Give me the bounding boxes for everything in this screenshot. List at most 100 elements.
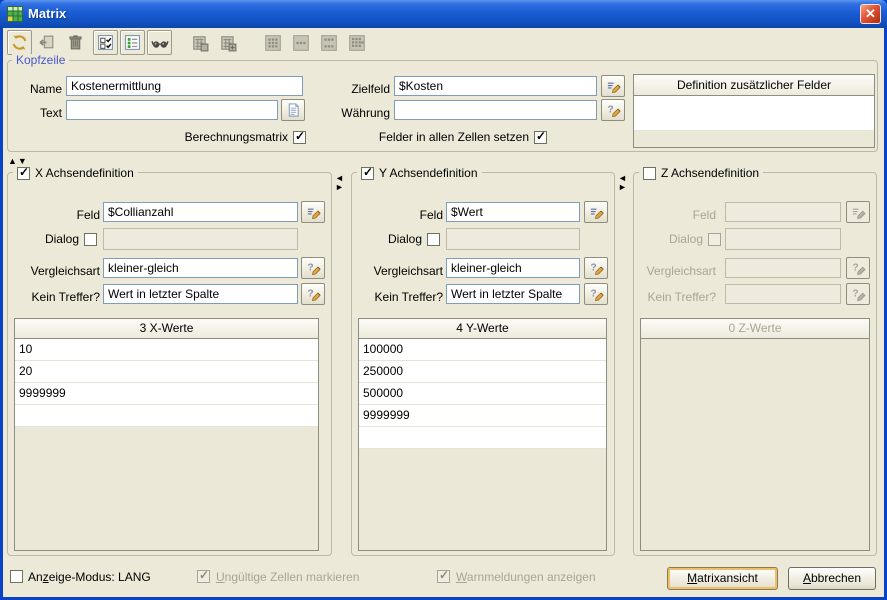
- z-feld-input: [725, 202, 841, 222]
- y-axis-legend: Y Achsendefinition: [357, 166, 482, 180]
- z-vergleichsart-input: [725, 258, 841, 278]
- y-axis-checkbox[interactable]: [361, 167, 374, 180]
- y-value-row[interactable]: 9999999: [359, 405, 606, 427]
- kopfzeile-legend: Kopfzeile: [12, 54, 69, 67]
- checklist-button[interactable]: [93, 30, 118, 55]
- z-dialog-label: Dialog: [669, 232, 703, 246]
- zusatzfelder-header: Definition zusätzlicher Felder: [634, 75, 874, 96]
- x-vergleichsart-input[interactable]: kleiner-gleich: [103, 258, 298, 278]
- zielfeld-formula-button[interactable]: [601, 75, 625, 97]
- expand-right-icon[interactable]: ►: [335, 183, 344, 192]
- x-y-splitter-arrows[interactable]: ◄ ►: [335, 174, 344, 192]
- y-vergleichsart-label: Vergleichsart: [351, 261, 443, 281]
- x-values-table[interactable]: 3 X-Werte 10 20 9999999: [14, 318, 319, 551]
- y-axis-title: Y Achsendefinition: [379, 166, 478, 180]
- name-input[interactable]: Kostenermittlung: [66, 76, 303, 96]
- x-value-row[interactable]: 10: [15, 339, 318, 361]
- x-value-empty-row[interactable]: [15, 405, 318, 427]
- y-kein-treffer-input[interactable]: Wert in letzter Spalte: [446, 284, 580, 304]
- x-axis-checkbox[interactable]: [17, 167, 30, 180]
- anzeige-modus-label: Anzeige-Modus: LANG: [28, 570, 151, 584]
- grid-dots-4-button[interactable]: [344, 30, 369, 55]
- z-feld-label: Feld: [636, 205, 716, 225]
- y-value-row[interactable]: 500000: [359, 383, 606, 405]
- x-value-row[interactable]: 9999999: [15, 383, 318, 405]
- close-button[interactable]: ✕: [860, 4, 881, 24]
- title-bar[interactable]: Matrix ✕: [0, 0, 887, 28]
- refresh-button[interactable]: [7, 30, 32, 55]
- import-button[interactable]: [35, 30, 60, 55]
- waehrung-input[interactable]: [394, 100, 597, 120]
- list-view-icon: [124, 34, 141, 51]
- text-input[interactable]: [66, 100, 278, 120]
- z-axis-checkbox[interactable]: [643, 167, 656, 180]
- question-wand-icon: ?: [306, 287, 321, 302]
- grid-dots-row-icon: [292, 34, 310, 52]
- y-kein-treffer-select-button[interactable]: ?: [584, 283, 608, 305]
- x-dialog-checkbox[interactable]: [84, 233, 97, 246]
- warnmeldungen-checkbox: [437, 570, 450, 583]
- z-dialog-checkbox: [708, 233, 721, 246]
- z-axis-legend: Z Achsendefinition: [639, 166, 763, 180]
- y-dialog-row: Dialog: [363, 229, 440, 249]
- berechnungsmatrix-label: Berechnungsmatrix: [185, 130, 288, 144]
- question-wand-icon: ?: [589, 287, 604, 302]
- grid-dots-1-button[interactable]: [260, 30, 285, 55]
- grid-dots-3-button[interactable]: [316, 30, 341, 55]
- zusatzfelder-empty-row[interactable]: [634, 96, 874, 131]
- x-dialog-input: [103, 228, 298, 250]
- delete-button[interactable]: [63, 30, 88, 55]
- x-kein-treffer-input[interactable]: Wert in letzter Spalte: [103, 284, 298, 304]
- x-kein-treffer-label: Kein Treffer?: [8, 287, 100, 307]
- y-dialog-checkbox[interactable]: [427, 233, 440, 246]
- preview-button[interactable]: [147, 30, 172, 55]
- x-feld-input[interactable]: $Collianzahl: [103, 202, 298, 222]
- z-kein-treffer-input: [725, 284, 841, 304]
- matrixansicht-button[interactable]: Matrixansicht: [667, 567, 778, 590]
- berechnungsmatrix-checkbox[interactable]: [293, 131, 306, 144]
- waehrung-select-button[interactable]: ?: [601, 99, 625, 121]
- y-vergleichsart-input[interactable]: kleiner-gleich: [446, 258, 580, 278]
- formula-wand-disabled-icon: [851, 205, 866, 220]
- abbrechen-button[interactable]: Abbrechen: [788, 567, 876, 590]
- list-view-button[interactable]: [120, 30, 145, 55]
- copy-matrix-1-button[interactable]: [187, 30, 212, 55]
- y-values-table[interactable]: 4 Y-Werte 100000 250000 500000 9999999: [358, 318, 607, 551]
- x-dialog-row: Dialog: [20, 229, 97, 249]
- question-wand-icon: ?: [606, 103, 621, 118]
- z-dialog-input: [725, 228, 841, 250]
- anzeige-modus-checkbox[interactable]: [10, 570, 23, 583]
- copy-matrix-icon: [191, 34, 209, 52]
- question-wand-icon: ?: [589, 261, 604, 276]
- y-value-empty-row[interactable]: [359, 427, 606, 449]
- y-value-row[interactable]: 100000: [359, 339, 606, 361]
- copy-matrix-2-button[interactable]: [215, 30, 240, 55]
- felder-setzen-checkbox[interactable]: [534, 131, 547, 144]
- x-vergleichsart-select-button[interactable]: ?: [301, 257, 325, 279]
- y-feld-formula-button[interactable]: [584, 201, 608, 223]
- matrix-dialog: Matrix ✕: [0, 0, 887, 600]
- x-feld-label: Feld: [20, 205, 100, 225]
- text-label: Text: [18, 103, 62, 123]
- x-feld-formula-button[interactable]: [301, 201, 325, 223]
- z-vergleichsart-select-button: ?: [846, 257, 870, 279]
- felder-setzen-label: Felder in allen Zellen setzen: [379, 130, 529, 144]
- grid-dots-2-button[interactable]: [288, 30, 313, 55]
- x-value-row[interactable]: 20: [15, 361, 318, 383]
- y-z-splitter-arrows[interactable]: ◄ ►: [618, 174, 627, 192]
- berechnungsmatrix-row: Berechnungsmatrix: [150, 127, 306, 147]
- text-editor-button[interactable]: [281, 99, 305, 121]
- x-kein-treffer-select-button[interactable]: ?: [301, 283, 325, 305]
- expand-right-icon[interactable]: ►: [618, 183, 627, 192]
- zusatzfelder-panel[interactable]: Definition zusätzlicher Felder: [633, 74, 875, 148]
- ungueltige-zellen-checkbox: [197, 570, 210, 583]
- y-feld-input[interactable]: $Wert: [446, 202, 580, 222]
- y-dialog-input: [446, 228, 580, 250]
- y-value-row[interactable]: 250000: [359, 361, 606, 383]
- z-kein-treffer-label: Kein Treffer?: [624, 287, 716, 307]
- zielfeld-input[interactable]: $Kosten: [394, 76, 597, 96]
- name-label: Name: [18, 79, 62, 99]
- x-dialog-label: Dialog: [45, 232, 79, 246]
- felder-setzen-row: Felder in allen Zellen setzen: [330, 127, 547, 147]
- y-vergleichsart-select-button[interactable]: ?: [584, 257, 608, 279]
